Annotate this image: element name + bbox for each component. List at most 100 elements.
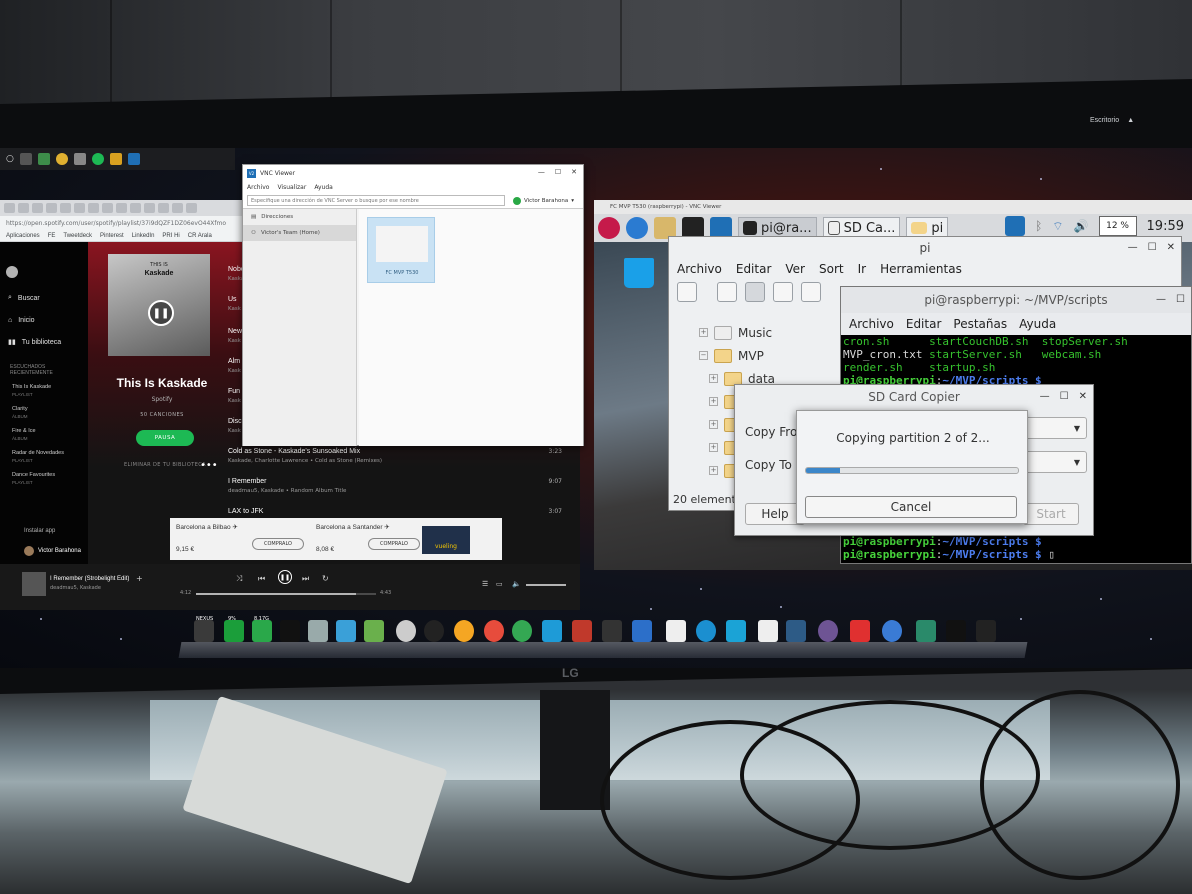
spotify-logo-icon[interactable] — [6, 266, 18, 278]
bookmark-item[interactable]: Tweetdeck — [63, 233, 92, 239]
devices-icon[interactable]: ▭ — [496, 580, 503, 588]
playback-progress[interactable] — [196, 593, 376, 595]
menu-ir[interactable]: Ir — [858, 262, 866, 276]
menu-archivo[interactable]: Archivo — [677, 262, 722, 276]
pause-button[interactable]: PAUSA — [136, 430, 194, 446]
copy-to-select[interactable]: ▼ — [1025, 451, 1087, 473]
browser-tab[interactable] — [130, 203, 141, 213]
trash-icon[interactable] — [308, 620, 328, 642]
browser-tab[interactable] — [144, 203, 155, 213]
vnc-server-icon[interactable] — [1005, 216, 1026, 236]
play-pause-button[interactable]: ❚❚ — [278, 570, 292, 584]
browser-tab[interactable] — [172, 203, 183, 213]
now-playing-artist[interactable]: deadmau5, Kaskade — [50, 585, 101, 591]
tree-item-music[interactable]: + Music — [699, 321, 839, 344]
clock-icon[interactable] — [424, 620, 444, 642]
playlist-owner[interactable]: Spotify — [102, 396, 222, 403]
browser-tab[interactable] — [4, 203, 15, 213]
bookmark-item[interactable]: PRI Hi — [162, 233, 179, 239]
app-icon[interactable] — [37, 153, 50, 165]
menu-sort[interactable]: Sort — [819, 262, 844, 276]
scissors-icon[interactable] — [396, 620, 416, 642]
expand-icon[interactable]: + — [709, 397, 718, 406]
window-titlebar[interactable]: pi@raspberrypi: ~/MVP/scripts — ☐ — [841, 287, 1191, 313]
browser-tab[interactable] — [88, 203, 99, 213]
browser-tab[interactable] — [116, 203, 127, 213]
maximize-icon[interactable]: ☐ — [555, 168, 561, 176]
f-app-icon[interactable] — [850, 620, 870, 642]
taskview-icon[interactable] — [19, 153, 32, 165]
trash-icon[interactable] — [624, 258, 654, 288]
expand-icon[interactable]: + — [709, 420, 718, 429]
browser-tab[interactable] — [60, 203, 71, 213]
cancel-button[interactable]: Cancel — [805, 496, 1017, 518]
user-menu[interactable]: Victor Barahona — [24, 546, 81, 556]
browser-tab[interactable] — [74, 203, 85, 213]
app-icon[interactable] — [882, 620, 902, 642]
track-row[interactable]: Cold as Stone - Kaskade's Sunsoaked Mix … — [228, 448, 568, 476]
start-icon[interactable]: ○ — [6, 154, 14, 164]
browser-icon[interactable] — [626, 217, 648, 239]
terminal-icon[interactable] — [280, 620, 300, 642]
volume-slider[interactable] — [526, 584, 566, 586]
expand-icon[interactable]: + — [709, 466, 718, 475]
thumbnail-view-icon[interactable] — [745, 282, 765, 302]
bookmark-item[interactable]: FE — [48, 233, 56, 239]
computer-tile[interactable]: FC MVP T530 — [367, 217, 435, 283]
more-options-icon[interactable]: ••• — [200, 460, 218, 471]
minimize-icon[interactable]: — — [1156, 294, 1166, 305]
volume-icon[interactable]: 🔊 — [1074, 219, 1089, 233]
app-icon[interactable] — [916, 620, 936, 642]
menu-ver[interactable]: Ver — [785, 262, 805, 276]
lifebuoy-icon[interactable] — [484, 620, 504, 642]
spotify-icon[interactable] — [91, 153, 104, 165]
vnc-icon[interactable] — [127, 153, 140, 165]
calculator-icon[interactable] — [73, 153, 86, 165]
nav-home[interactable]: ⌂ Inicio — [8, 317, 35, 324]
bookmark-item[interactable]: LinkedIn — [132, 233, 155, 239]
queue-icon[interactable]: ☰ — [482, 580, 488, 588]
account-menu[interactable]: Victor Barahona ▾ — [513, 196, 574, 205]
menu-editar[interactable]: Editar — [736, 262, 772, 276]
wifi-icon[interactable]: ⌔ — [1052, 219, 1063, 234]
browser-tab[interactable] — [102, 203, 113, 213]
gear-icon[interactable] — [632, 620, 652, 642]
menu-ayuda[interactable]: Ayuda — [1019, 317, 1056, 331]
sidebar-item-team[interactable]: ⚇ Victor's Team (Home) — [243, 225, 356, 241]
previous-icon[interactable]: ⏮ — [258, 574, 265, 584]
ad-banner[interactable]: Barcelona a Bilbao ✈ 9,15 € COMPRALO Bar… — [170, 518, 502, 560]
server-address-input[interactable]: Especifique una dirección de VNC Server … — [247, 195, 505, 206]
terminal-prompt-line[interactable]: pi@raspberrypi:~/MVP/scripts $ ▯ — [843, 548, 1055, 561]
robot-icon[interactable] — [786, 620, 806, 642]
maximize-icon[interactable]: ☐ — [1176, 294, 1185, 305]
app-icon[interactable] — [336, 620, 356, 642]
send-icon[interactable] — [542, 620, 562, 642]
raspberry-menu-icon[interactable] — [598, 217, 620, 239]
icon-view-icon[interactable] — [717, 282, 737, 302]
now-playing-cover[interactable] — [22, 572, 46, 596]
menu-editar[interactable]: Editar — [906, 317, 942, 331]
bluetooth-icon[interactable]: ᛒ — [1035, 219, 1042, 233]
repeat-icon[interactable]: ↻ — [322, 574, 329, 583]
chrome-icon[interactable] — [512, 620, 532, 642]
menu-archivo[interactable]: Archivo — [849, 317, 894, 331]
folder-icon[interactable] — [109, 153, 122, 165]
minimize-icon[interactable]: — — [1040, 391, 1050, 402]
list-view-icon[interactable] — [801, 282, 821, 302]
document-icon[interactable] — [758, 620, 778, 642]
cpu-meter-icon[interactable] — [224, 620, 244, 642]
bookmark-item[interactable]: Pinterest — [100, 233, 124, 239]
browser-tab[interactable] — [18, 203, 29, 213]
remove-from-library-link[interactable]: ELIMINAR DE TU BIBLIOTECA — [124, 462, 206, 468]
browser-tab[interactable] — [186, 203, 197, 213]
clock[interactable]: 19:59 — [1147, 219, 1184, 234]
playlist-cover[interactable]: THIS IS Kaskade ❚❚ — [108, 254, 210, 356]
buy-button[interactable]: COMPRALO — [252, 538, 304, 550]
c-app-icon[interactable] — [696, 620, 716, 642]
pause-icon[interactable]: ❚❚ — [148, 300, 174, 326]
collapse-icon[interactable]: − — [699, 351, 708, 360]
minimize-icon[interactable]: — — [1128, 242, 1138, 253]
expand-icon[interactable]: + — [699, 328, 708, 337]
image-viewer-icon[interactable] — [364, 620, 384, 642]
track-row[interactable]: I Remember deadmau5, Kaskade • Random Al… — [228, 478, 568, 506]
